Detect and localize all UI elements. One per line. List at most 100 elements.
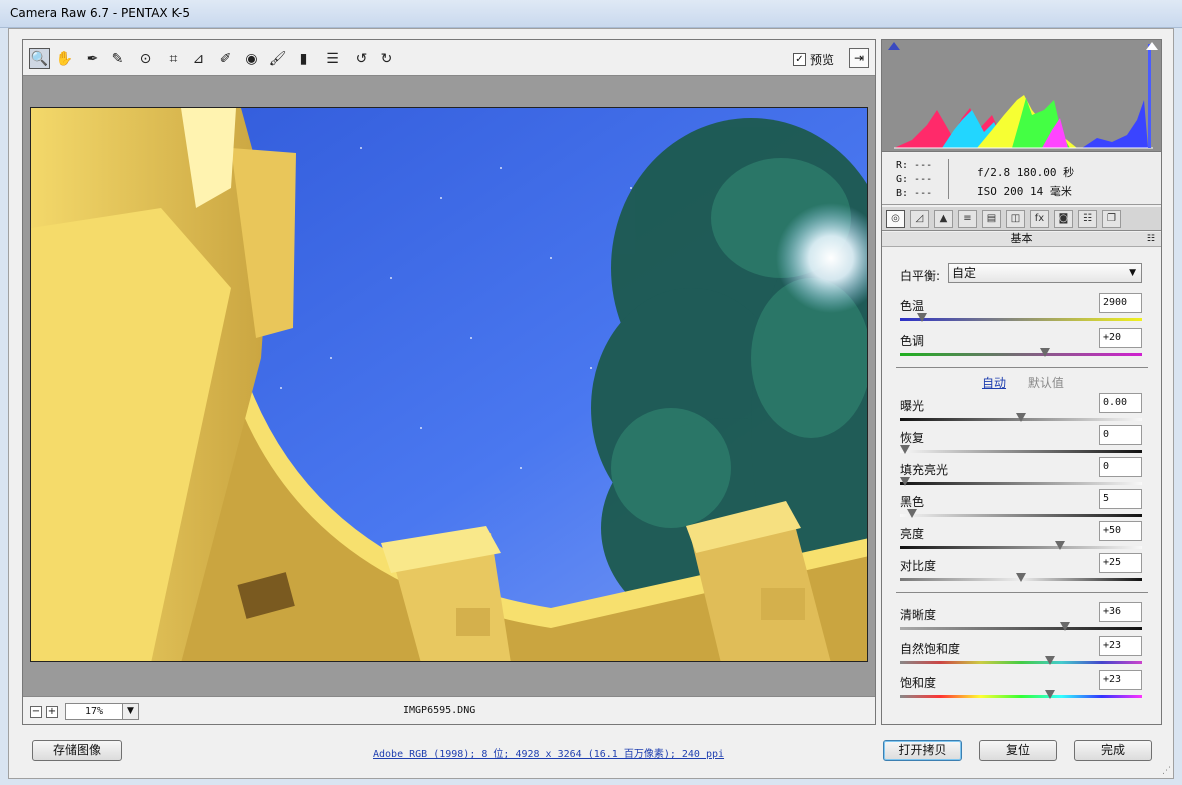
slider-value-field[interactable]: +36 xyxy=(1099,602,1142,622)
panel-tabs: ◎ ◿ ▲ ≡ ▤ ◫ fx ◙ ☷ ❐ xyxy=(882,207,1161,231)
tab-tone-curve-icon[interactable]: ◿ xyxy=(910,210,929,228)
auto-default-links: 自动 默认值 xyxy=(982,374,1064,391)
slider-thumb[interactable] xyxy=(1045,656,1056,665)
tab-presets-icon[interactable]: ☷ xyxy=(1078,210,1097,228)
tab-snapshots-icon[interactable]: ❐ xyxy=(1102,210,1121,228)
slider-label: 色温 xyxy=(900,299,925,313)
tab-split-toning-icon[interactable]: ▤ xyxy=(982,210,1001,228)
histogram xyxy=(882,40,1161,152)
preferences-icon[interactable]: ☰ xyxy=(322,48,343,69)
slider-value-field[interactable]: +25 xyxy=(1099,553,1142,573)
slider-value-field[interactable]: 2900 xyxy=(1099,293,1142,313)
slider-thumb[interactable] xyxy=(1054,541,1065,550)
slider-track[interactable] xyxy=(900,514,1142,517)
open-copy-button[interactable]: 打开拷贝 xyxy=(883,740,962,761)
slider-label: 对比度 xyxy=(900,559,937,573)
slider-tint: 色调 +20 xyxy=(900,328,1142,365)
spot-removal-tool-icon[interactable]: ✐ xyxy=(215,48,236,69)
color-sampler-tool-icon[interactable]: ✎ xyxy=(107,48,128,69)
slider-track[interactable] xyxy=(900,546,1142,549)
crop-tool-icon[interactable]: ⌗ xyxy=(163,48,184,69)
exif-info: f/2.8 180.00 秒 ISO 200 14 毫米 xyxy=(977,163,1074,201)
slider-track[interactable] xyxy=(900,695,1142,698)
slider-thumb[interactable] xyxy=(900,445,910,454)
default-link[interactable]: 默认值 xyxy=(1028,376,1064,390)
slider-label: 饱和度 xyxy=(900,676,937,690)
camera-raw-dialog: 🔍 ✋ ✒ ✎ ⊙ ⌗ ⊿ ✐ ◉ 🖌 ▮ ☰ ↺ ↻ ✓ 预览 ⇥ − + 1… xyxy=(8,28,1174,779)
section-divider xyxy=(896,367,1148,368)
rotate-right-icon[interactable]: ↻ xyxy=(376,48,397,69)
tab-basic-icon[interactable]: ◎ xyxy=(886,210,905,228)
photo-preview xyxy=(30,107,868,662)
resize-grip-icon[interactable]: ⋰ xyxy=(1162,766,1171,776)
b-value: B: --- xyxy=(896,188,933,199)
white-balance-select[interactable]: 自定 ▼ xyxy=(948,263,1142,283)
zoom-tool-icon[interactable]: 🔍 xyxy=(29,48,50,69)
panel-menu-icon[interactable]: ☷ xyxy=(1147,232,1155,246)
straighten-tool-icon[interactable]: ⊿ xyxy=(188,48,209,69)
shadow-clipping-icon xyxy=(888,42,900,50)
slider-thumb[interactable] xyxy=(1016,573,1026,582)
zoom-dropdown-icon[interactable]: ▼ xyxy=(122,703,139,720)
title-bar: Camera Raw 6.7 - PENTAX K-5 xyxy=(0,0,1182,28)
slider-label: 填充亮光 xyxy=(900,463,949,477)
slider-label: 清晰度 xyxy=(900,608,937,622)
white-balance-tool-icon[interactable]: ✒ xyxy=(82,48,103,69)
red-eye-tool-icon[interactable]: ◉ xyxy=(241,48,262,69)
slider-thumb[interactable] xyxy=(916,313,927,322)
slider-value-field[interactable]: 0 xyxy=(1099,425,1142,445)
aperture-shutter: f/2.8 180.00 秒 xyxy=(977,166,1075,179)
targeted-adjustment-tool-icon[interactable]: ⊙ xyxy=(135,48,156,69)
zoom-out-button[interactable]: − xyxy=(30,706,42,718)
slider-value-field[interactable]: +23 xyxy=(1099,670,1142,690)
info-readout: R: --- G: --- B: --- f/2.8 180.00 秒 ISO … xyxy=(882,153,1161,205)
slider-thumb[interactable] xyxy=(1059,622,1070,631)
slider-track[interactable] xyxy=(900,627,1142,630)
slider-value-field[interactable]: 5 xyxy=(1099,489,1142,509)
preview-toggle[interactable]: ✓ 预览 xyxy=(793,51,834,68)
slider-value-field[interactable]: 0.00 xyxy=(1099,393,1142,413)
adjustments-panel: R: --- G: --- B: --- f/2.8 180.00 秒 ISO … xyxy=(881,39,1162,725)
slider-value-field[interactable]: +23 xyxy=(1099,636,1142,656)
slider-label: 黑色 xyxy=(900,495,925,509)
slider-value-field[interactable]: 0 xyxy=(1099,457,1142,477)
rotate-left-icon[interactable]: ↺ xyxy=(351,48,372,69)
tab-effects-icon[interactable]: fx xyxy=(1030,210,1049,228)
section-divider xyxy=(896,592,1148,593)
slider-thumb[interactable] xyxy=(1040,348,1051,357)
slider-thumb[interactable] xyxy=(1045,690,1056,699)
slider-value-field[interactable]: +20 xyxy=(1099,328,1142,348)
slider-thumb[interactable] xyxy=(1016,413,1026,422)
slider-track[interactable] xyxy=(900,353,1142,356)
reset-button[interactable]: 复位 xyxy=(979,740,1057,761)
fullscreen-toggle-icon[interactable]: ⇥ xyxy=(849,48,869,68)
graduated-filter-icon[interactable]: ▮ xyxy=(293,48,314,69)
save-image-button[interactable]: 存储图像 xyxy=(32,740,122,761)
slider-label: 恢复 xyxy=(900,431,925,445)
slider-thumb[interactable] xyxy=(907,509,918,518)
image-viewer: 🔍 ✋ ✒ ✎ ⊙ ⌗ ⊿ ✐ ◉ 🖌 ▮ ☰ ↺ ↻ ✓ 预览 ⇥ − + 1… xyxy=(22,39,876,725)
slider-track[interactable] xyxy=(900,482,1142,485)
slider-label: 曝光 xyxy=(900,399,925,413)
done-button[interactable]: 完成 xyxy=(1074,740,1152,761)
slider-value-field[interactable]: +50 xyxy=(1099,521,1142,541)
adjustment-brush-icon[interactable]: 🖌 xyxy=(267,48,288,69)
slider-track[interactable] xyxy=(900,318,1142,321)
auto-link[interactable]: 自动 xyxy=(982,376,1006,390)
highlight-clipping-icon xyxy=(1146,42,1158,50)
zoom-in-button[interactable]: + xyxy=(46,706,58,718)
slider-vibrance: 自然饱和度 +23 xyxy=(900,636,1142,673)
slider-track[interactable] xyxy=(900,450,1142,453)
slider-thumb[interactable] xyxy=(900,477,910,486)
slider-label: 自然饱和度 xyxy=(900,642,961,656)
tab-detail-icon[interactable]: ▲ xyxy=(934,210,953,228)
slider-track[interactable] xyxy=(900,661,1142,664)
tab-camera-calibration-icon[interactable]: ◙ xyxy=(1054,210,1073,228)
preview-checkbox[interactable]: ✓ xyxy=(793,53,806,66)
window-title: Camera Raw 6.7 - PENTAX K-5 xyxy=(10,6,191,20)
tab-lens-corrections-icon[interactable]: ◫ xyxy=(1006,210,1025,228)
workflow-options-link[interactable]: Adobe RGB (1998); 8 位; 4928 x 3264 (16.1… xyxy=(373,745,724,760)
toolbar: 🔍 ✋ ✒ ✎ ⊙ ⌗ ⊿ ✐ ◉ 🖌 ▮ ☰ ↺ ↻ ✓ 预览 ⇥ xyxy=(23,40,875,76)
hand-tool-icon[interactable]: ✋ xyxy=(54,48,75,69)
tab-hsl-icon[interactable]: ≡ xyxy=(958,210,977,228)
